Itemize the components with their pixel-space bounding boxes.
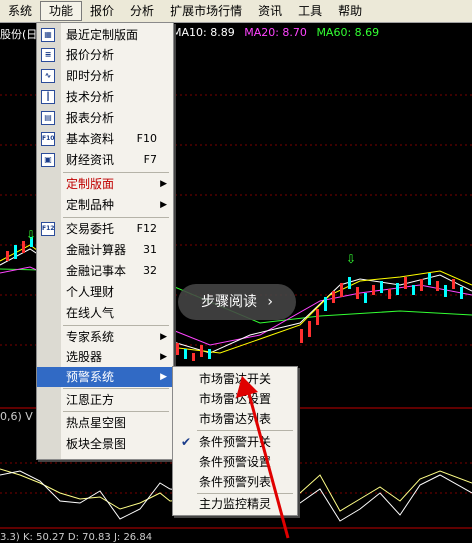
menu-item-technical-analysis[interactable]: ┃ 技术分析 [37,87,173,107]
f10-icon: F10 [41,132,55,146]
ma60-label: MA60: 8.69 [316,26,380,39]
menu-item-sector-panorama[interactable]: 板块全景图 [37,434,173,454]
menu-separator [63,388,169,389]
annotation-arrow-icon [236,376,290,539]
candlestick-icon: ┃ [41,90,55,104]
menu-item-warning-system[interactable]: 预警系统 ▶ [37,367,173,387]
menu-item-financial-calculator[interactable]: 金融计算器 31 [37,240,173,260]
menu-item-gann-square[interactable]: 江恩正方 [37,390,173,410]
menu-item-custom-layout[interactable]: 定制版面 ▶ [37,174,173,194]
menu-separator [63,172,169,173]
submenu-arrow-icon: ▶ [160,372,167,382]
svg-text:⇩: ⇩ [26,228,36,242]
menu-separator [63,325,169,326]
menu-item-quote-analysis[interactable]: ≡ 报价分析 [37,45,173,65]
intraday-chart-icon: ∿ [41,69,55,83]
menu-item-basic-info[interactable]: F10 基本资料 F10 [37,129,173,149]
function-menu: ▦ 最近定制版面 ≡ 报价分析 ∿ 即时分析 ┃ 技术分析 ▤ 报表分析 F10… [36,22,174,460]
menu-item-financial-notebook[interactable]: 金融记事本 32 [37,261,173,281]
menu-item-stock-selector[interactable]: 选股器 ▶ [37,347,173,367]
news-icon: ▣ [41,153,55,167]
menu-item-online-popularity[interactable]: 在线人气 [37,303,173,323]
layout-icon: ▦ [41,28,55,42]
ma20-label: MA20: 8.70 [244,26,307,39]
menu-system[interactable]: 系统 [0,1,40,21]
menu-separator [63,411,169,412]
menu-tools[interactable]: 工具 [290,1,330,21]
checkmark-icon: ✔ [181,435,192,449]
menu-item-personal-finance[interactable]: 个人理财 [37,282,173,302]
stock-title: 股份(日 [0,28,38,41]
report-icon: ▤ [41,111,55,125]
indicator-readout: 3.3) K: 50.27 D: 70.83 J: 26.84 [0,532,153,543]
menu-help[interactable]: 帮助 [330,1,370,21]
submenu-arrow-icon: ▶ [160,332,167,342]
menu-info[interactable]: 资讯 [250,1,290,21]
menu-function[interactable]: 功能 [40,1,83,21]
menu-quote[interactable]: 报价 [82,1,122,21]
menu-item-expert-system[interactable]: 专家系统 ▶ [37,327,173,347]
submenu-arrow-icon: ▶ [160,352,167,362]
chevron-right-icon: › [267,294,274,310]
menu-item-intraday-analysis[interactable]: ∿ 即时分析 [37,66,173,86]
ma-legend: MA10: 8.89 MA20: 8.70 MA60: 8.69 [172,26,385,39]
menu-analysis[interactable]: 分析 [122,1,162,21]
indicator-title: 0,6) V [0,410,33,423]
ma10-label: MA10: 8.89 [172,26,235,39]
menu-item-hotspot-map[interactable]: 热点星空图 [37,413,173,433]
menu-item-recent-layout[interactable]: ▦ 最近定制版面 [37,25,173,45]
menu-item-report-analysis[interactable]: ▤ 报表分析 [37,108,173,128]
menu-separator [63,217,169,218]
f12-icon: F12 [41,222,55,236]
quote-table-icon: ≡ [41,48,55,62]
menu-item-trade-order[interactable]: F12 交易委托 F12 [37,219,173,239]
menu-item-finance-news[interactable]: ▣ 财经资讯 F7 [37,150,173,170]
submenu-arrow-icon: ▶ [160,179,167,189]
menu-item-custom-variety[interactable]: 定制品种 ▶ [37,195,173,215]
step-reading-button[interactable]: 步骤阅读 › [178,284,296,320]
menu-extended-market[interactable]: 扩展市场行情 [162,1,250,21]
menu-bar: 系统 功能 报价 分析 扩展市场行情 资讯 工具 帮助 [0,0,472,23]
submenu-arrow-icon: ▶ [160,200,167,210]
step-reading-label: 步骤阅读 [200,294,257,310]
svg-text:⇩: ⇩ [346,252,356,266]
